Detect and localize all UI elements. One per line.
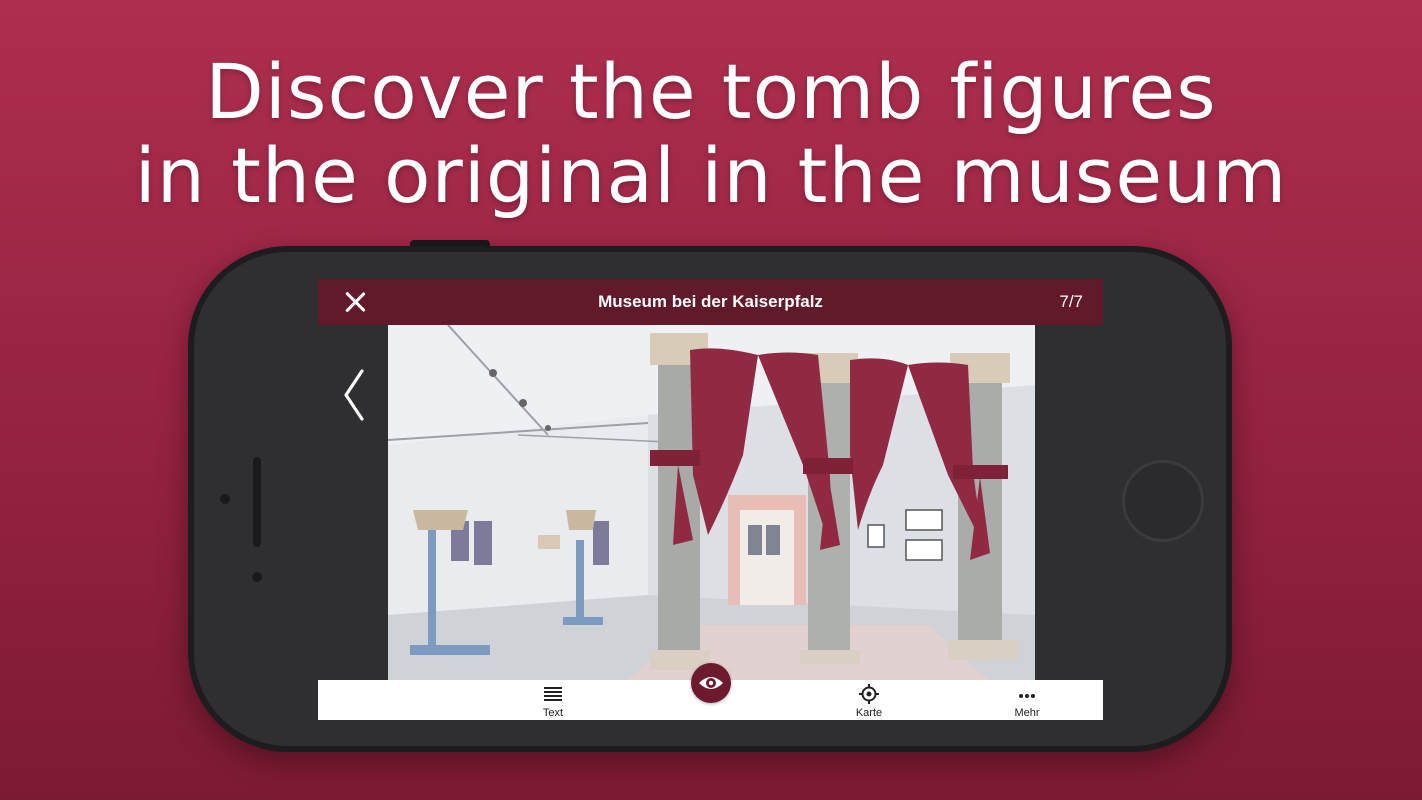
- eye-icon: [699, 677, 723, 689]
- phone-speaker: [253, 457, 261, 547]
- chevron-left-icon[interactable]: [340, 367, 370, 423]
- tab-mehr-label: Mehr: [1014, 707, 1040, 719]
- top-bar: Museum bei der Kaiserpfalz 7/7: [318, 279, 1103, 325]
- tab-text-label: Text: [542, 707, 564, 719]
- tab-text[interactable]: Text: [508, 684, 598, 720]
- phone-sensor-dot: [220, 494, 230, 504]
- phone-camera-dot: [252, 572, 262, 582]
- headline-line-1: Discover the tomb figures: [205, 47, 1217, 136]
- location-target-icon: [859, 684, 879, 704]
- home-button[interactable]: [1122, 460, 1204, 542]
- tab-mehr[interactable]: Mehr: [982, 684, 1072, 720]
- image-counter: 7/7: [1059, 292, 1083, 311]
- tab-karte-label: Karte: [855, 707, 883, 719]
- more-dots-icon: [1019, 694, 1035, 698]
- view-button[interactable]: [691, 663, 731, 703]
- tab-karte[interactable]: Karte: [824, 684, 914, 720]
- page-title: Museum bei der Kaiserpfalz: [598, 292, 823, 311]
- headline-line-2: in the original in the museum: [134, 131, 1288, 220]
- panorama-image[interactable]: [388, 325, 1035, 680]
- headline: Discover the tomb figures in the origina…: [0, 50, 1422, 218]
- app-screen: Museum bei der Kaiserpfalz 7/7 Text Kart…: [318, 279, 1103, 720]
- text-lines-icon: [544, 687, 562, 701]
